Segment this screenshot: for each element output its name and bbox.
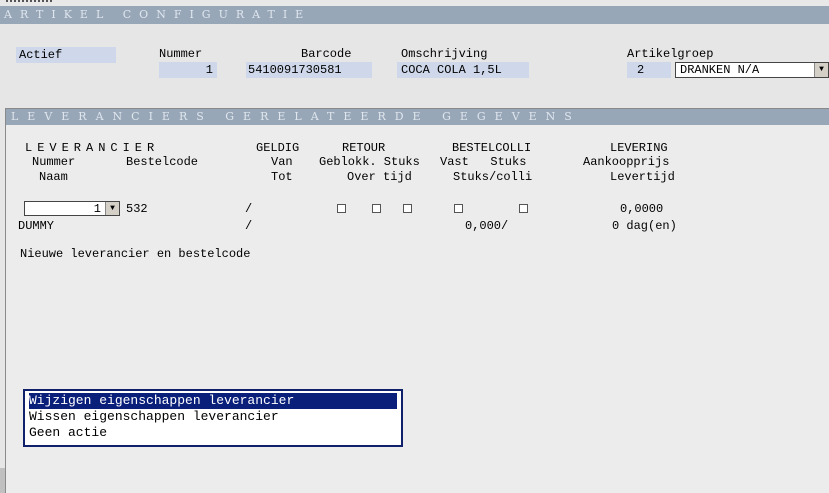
bestelcolli-vast-checkbox[interactable] bbox=[454, 204, 463, 213]
chevron-down-icon[interactable]: ▼ bbox=[814, 63, 828, 77]
panel-title: LEVERANCIERS GERELATEERDE GEGEVENS bbox=[11, 110, 581, 123]
geldig-tot-value[interactable]: / bbox=[245, 219, 252, 233]
panel-title-bar: LEVERANCIERS GERELATEERDE GEGEVENS bbox=[6, 109, 829, 125]
col-header-retour: RETOUR bbox=[342, 141, 386, 155]
status-value: Actief bbox=[19, 48, 63, 62]
artikelgroep-number-field[interactable]: 2 bbox=[627, 62, 671, 78]
bestelcode-value[interactable]: 532 bbox=[126, 202, 148, 216]
col-header-bestelcode: Bestelcode bbox=[126, 155, 199, 169]
col-header-nummer: Nummer bbox=[32, 155, 76, 169]
retour-stuks-checkbox[interactable] bbox=[372, 204, 381, 213]
barcode-label: Barcode bbox=[301, 47, 352, 61]
nummer-value: 1 bbox=[205, 63, 213, 77]
col-header-naam: Naam bbox=[39, 170, 68, 184]
menu-item-geen-actie[interactable]: Geen actie bbox=[29, 425, 107, 441]
window-title-bar: ARTIKEL CONFIGURATIE bbox=[0, 6, 829, 24]
menu-item-wissen[interactable]: Wissen eigenschappen leverancier bbox=[29, 409, 279, 425]
col-header-leverancier: LEVERANCIER bbox=[25, 141, 160, 155]
col-header-geblokk-stuks: Geblokk. Stuks bbox=[319, 155, 420, 169]
chevron-down-icon[interactable]: ▼ bbox=[105, 202, 119, 215]
supplier-number-dropdown[interactable]: 1 ▼ bbox=[24, 201, 120, 216]
col-header-tot: Tot bbox=[271, 170, 293, 184]
col-header-vast-stuks: Vast Stuks bbox=[440, 155, 527, 169]
new-supplier-line[interactable]: Nieuwe leverancier en bestelcode bbox=[20, 247, 250, 261]
col-header-bestelcolli: BESTELCOLLI bbox=[452, 141, 532, 155]
nummer-field[interactable]: 1 bbox=[159, 62, 217, 78]
nummer-label: Nummer bbox=[159, 47, 203, 61]
col-header-aankoopprijs: Aankoopprijs bbox=[583, 155, 670, 169]
menu-item-wijzigen[interactable]: Wijzigen eigenschappen leverancier bbox=[29, 393, 397, 409]
supplier-name[interactable]: DUMMY bbox=[18, 219, 54, 233]
col-header-geldig: GELDIG bbox=[256, 141, 300, 155]
artikelgroep-number: 2 bbox=[637, 63, 645, 77]
artikelgroep-label: Artikelgroep bbox=[627, 47, 714, 61]
omschrijving-label: Omschrijving bbox=[401, 47, 488, 61]
omschrijving-field[interactable]: COCA COLA 1,5L bbox=[397, 62, 529, 78]
barcode-field[interactable]: 5410091730581 bbox=[246, 62, 372, 78]
levertijd-value[interactable]: 0 dag(en) bbox=[612, 219, 677, 233]
aankoopprijs-value[interactable]: 0,0000 bbox=[620, 202, 663, 216]
artikelgroep-selected: DRANKEN N/A bbox=[680, 63, 760, 77]
col-header-levering: LEVERING bbox=[610, 141, 668, 155]
retour-geblokkeerd-checkbox[interactable] bbox=[337, 204, 346, 213]
artikelgroep-dropdown[interactable]: DRANKEN N/A ▼ bbox=[675, 62, 829, 78]
supplier-number: 1 bbox=[93, 202, 101, 216]
article-form: Actief Nummer 1 Barcode 5410091730581 Om… bbox=[0, 24, 829, 493]
barcode-value: 5410091730581 bbox=[248, 63, 342, 77]
action-menu: Wijzigen eigenschappen leverancier Wisse… bbox=[23, 389, 403, 447]
retour-over-tijd-checkbox[interactable] bbox=[403, 204, 412, 213]
window-title: ARTIKEL CONFIGURATIE bbox=[4, 8, 312, 21]
omschrijving-value: COCA COLA 1,5L bbox=[401, 63, 502, 77]
stuks-colli-value[interactable]: 0,000/ bbox=[465, 219, 508, 233]
status-field[interactable]: Actief bbox=[16, 47, 116, 63]
geldig-van-value[interactable]: / bbox=[245, 202, 252, 216]
col-header-over-tijd: Over tijd bbox=[347, 170, 412, 184]
bestelcolli-stuks-checkbox[interactable] bbox=[519, 204, 528, 213]
col-header-levertijd: Levertijd bbox=[610, 170, 675, 184]
col-header-stuks-colli: Stuks/colli bbox=[453, 170, 533, 184]
col-header-van: Van bbox=[271, 155, 293, 169]
